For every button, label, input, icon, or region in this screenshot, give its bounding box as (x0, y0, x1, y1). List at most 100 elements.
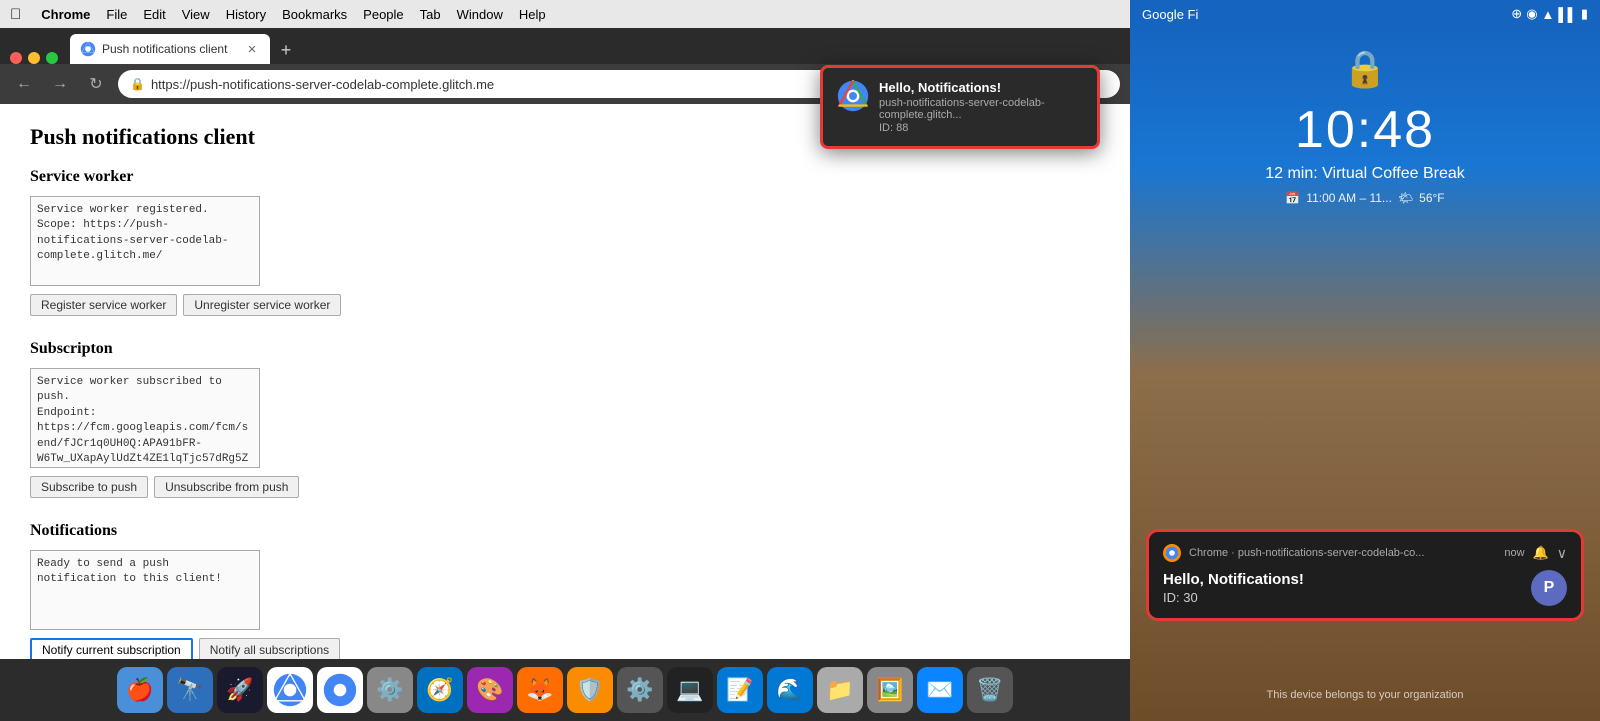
chrome-favicon (80, 41, 96, 57)
phone-area: Google Fi ⊕ ◉ ▲ ▌▌ ▮ 🔒 10:48 12 min: Vir… (1130, 0, 1600, 721)
wifi-icon: ▲ (1542, 7, 1555, 22)
browser-notification-popup: Hello, Notifications! push-notifications… (820, 65, 1100, 149)
phone-brand: Google Fi (1142, 7, 1198, 22)
dock-chrome-alt[interactable] (317, 667, 363, 713)
chrome-small-icon (1163, 544, 1181, 562)
menu-help[interactable]: Help (519, 7, 546, 22)
dock-safari[interactable]: 🧭 (417, 667, 463, 713)
maximize-window-button[interactable] (46, 52, 58, 64)
lock-screen-icon: 🔒 (1343, 48, 1388, 90)
subscribe-push-button[interactable]: Subscribe to push (30, 476, 148, 498)
service-worker-heading: Service worker (30, 168, 1100, 186)
dock-terminal[interactable]: 💻 (667, 667, 713, 713)
traffic-lights (10, 52, 58, 64)
subscription-textarea[interactable] (30, 368, 260, 468)
lock-icon: 🔒 (130, 77, 145, 91)
unsubscribe-push-button[interactable]: Unsubscribe from push (154, 476, 299, 498)
menu-file[interactable]: File (106, 7, 127, 22)
service-worker-buttons: Register service worker Unregister servi… (30, 294, 1100, 316)
menu-history[interactable]: History (226, 7, 266, 22)
reload-button[interactable]: ↻ (82, 70, 110, 98)
weather-icon: 🌤 (1398, 191, 1413, 205)
dock-photos[interactable]: 🖼️ (867, 667, 913, 713)
notifications-heading: Notifications (30, 522, 1100, 540)
phone-status-bar: Google Fi ⊕ ◉ ▲ ▌▌ ▮ (1130, 0, 1600, 28)
signal-icon: ▌▌ (1558, 7, 1576, 22)
clock-event: 12 min: Virtual Coffee Break (1265, 164, 1465, 185)
android-notification-header: Chrome · push-notifications-server-codel… (1163, 544, 1567, 562)
dock-mail[interactable]: ✉️ (917, 667, 963, 713)
dock-paint[interactable]: 🎨 (467, 667, 513, 713)
register-service-worker-button[interactable]: Register service worker (30, 294, 177, 316)
browser-tab[interactable]: Push notifications client ✕ (70, 34, 270, 64)
dock-gear[interactable]: ⚙️ (617, 667, 663, 713)
notification-buttons: Notify current subscription Notify all s… (30, 638, 1100, 659)
tab-title: Push notifications client (102, 42, 238, 56)
browser-notification-id: ID: 88 (879, 122, 1083, 134)
notify-all-button[interactable]: Notify all subscriptions (199, 638, 340, 659)
android-notification-title: Hello, Notifications! (1163, 571, 1523, 588)
event-time: 11:00 AM – 11... (1306, 191, 1392, 205)
dock-chrome[interactable] (267, 667, 313, 713)
battery-icon: ▮ (1581, 6, 1588, 22)
menu-people[interactable]: People (363, 7, 403, 22)
unregister-service-worker-button[interactable]: Unregister service worker (183, 294, 341, 316)
android-notification-text: Hello, Notifications! ID: 30 (1163, 571, 1523, 605)
subscription-buttons: Subscribe to push Unsubscribe from push (30, 476, 1100, 498)
subscription-section: Subscripton Subscribe to push Unsubscrib… (30, 340, 1100, 498)
android-notification-time: now (1504, 547, 1524, 559)
calendar-icon: 📅 (1285, 191, 1300, 205)
menu-window[interactable]: Window (457, 7, 503, 22)
webpage-content: Push notifications client Service worker… (0, 104, 1130, 659)
back-button[interactable]: ← (10, 70, 38, 98)
phone-status-icons: ⊕ ◉ ▲ ▌▌ ▮ (1511, 6, 1588, 22)
dock-settings[interactable]: ⚙️ (367, 667, 413, 713)
minimize-window-button[interactable] (28, 52, 40, 64)
clock-event-detail: 📅 11:00 AM – 11... 🌤 56°F (1265, 191, 1465, 205)
android-notification[interactable]: Chrome · push-notifications-server-codel… (1146, 529, 1584, 621)
dock-vscode[interactable]: 📝 (717, 667, 763, 713)
new-tab-button[interactable]: + (272, 36, 300, 64)
menu-bookmarks[interactable]: Bookmarks (282, 7, 347, 22)
clock-time: 10:48 (1265, 104, 1465, 156)
dock-brave[interactable]: 🛡️ (567, 667, 613, 713)
tab-bar: Push notifications client ✕ + (0, 28, 1130, 64)
dock-finder[interactable]: 🍎 (117, 667, 163, 713)
menu-view[interactable]: View (182, 7, 210, 22)
tab-close-button[interactable]: ✕ (244, 41, 260, 57)
menu-chrome[interactable]: Chrome (41, 7, 90, 22)
notifications-section: Notifications Notify current subscriptio… (30, 522, 1100, 659)
weather-temp: 56°F (1419, 191, 1444, 205)
android-notification-avatar: P (1531, 570, 1567, 606)
browser-notification-site: push-notifications-server-codelab-comple… (879, 97, 1083, 121)
notifications-textarea[interactable] (30, 550, 260, 630)
android-notification-app: Chrome · push-notifications-server-codel… (1189, 547, 1496, 559)
cast-icon: ⊕ (1511, 6, 1522, 22)
dock-launchpad[interactable]: 🔭 (167, 667, 213, 713)
forward-button[interactable]: → (46, 70, 74, 98)
menu-tab[interactable]: Tab (420, 7, 441, 22)
chrome-notification-logo (837, 80, 869, 112)
dock-trash[interactable]: 🗑️ (967, 667, 1013, 713)
service-worker-textarea[interactable] (30, 196, 260, 286)
subscription-heading: Subscripton (30, 340, 1100, 358)
android-notification-row: Hello, Notifications! ID: 30 P (1163, 570, 1567, 606)
dock: 🍎 🔭 🚀 ⚙️ 🧭 🎨 🦊 🛡️ ⚙️ 💻 📝 🌊 📁 🖼️ ✉️ (0, 659, 1130, 721)
eye-icon: ◉ (1526, 6, 1537, 22)
browser-notification-title: Hello, Notifications! (879, 80, 1083, 95)
apple-menu[interactable]:  (10, 6, 21, 23)
android-notification-bell: 🔔 (1533, 545, 1549, 561)
dock-firefox[interactable]: 🦊 (517, 667, 563, 713)
dock-rocket[interactable]: 🚀 (217, 667, 263, 713)
android-notification-expand[interactable]: ∨ (1557, 545, 1567, 562)
notify-current-button[interactable]: Notify current subscription (30, 638, 193, 659)
clock-display: 10:48 12 min: Virtual Coffee Break 📅 11:… (1265, 104, 1465, 205)
android-notification-body: ID: 30 (1163, 590, 1523, 605)
service-worker-section: Service worker Register service worker U… (30, 168, 1100, 316)
mac-menubar:  Chrome File Edit View History Bookmark… (0, 0, 1130, 28)
menu-edit[interactable]: Edit (143, 7, 165, 22)
close-window-button[interactable] (10, 52, 22, 64)
browser-notification-content: Hello, Notifications! push-notifications… (879, 80, 1083, 134)
dock-edge[interactable]: 🌊 (767, 667, 813, 713)
dock-files[interactable]: 📁 (817, 667, 863, 713)
